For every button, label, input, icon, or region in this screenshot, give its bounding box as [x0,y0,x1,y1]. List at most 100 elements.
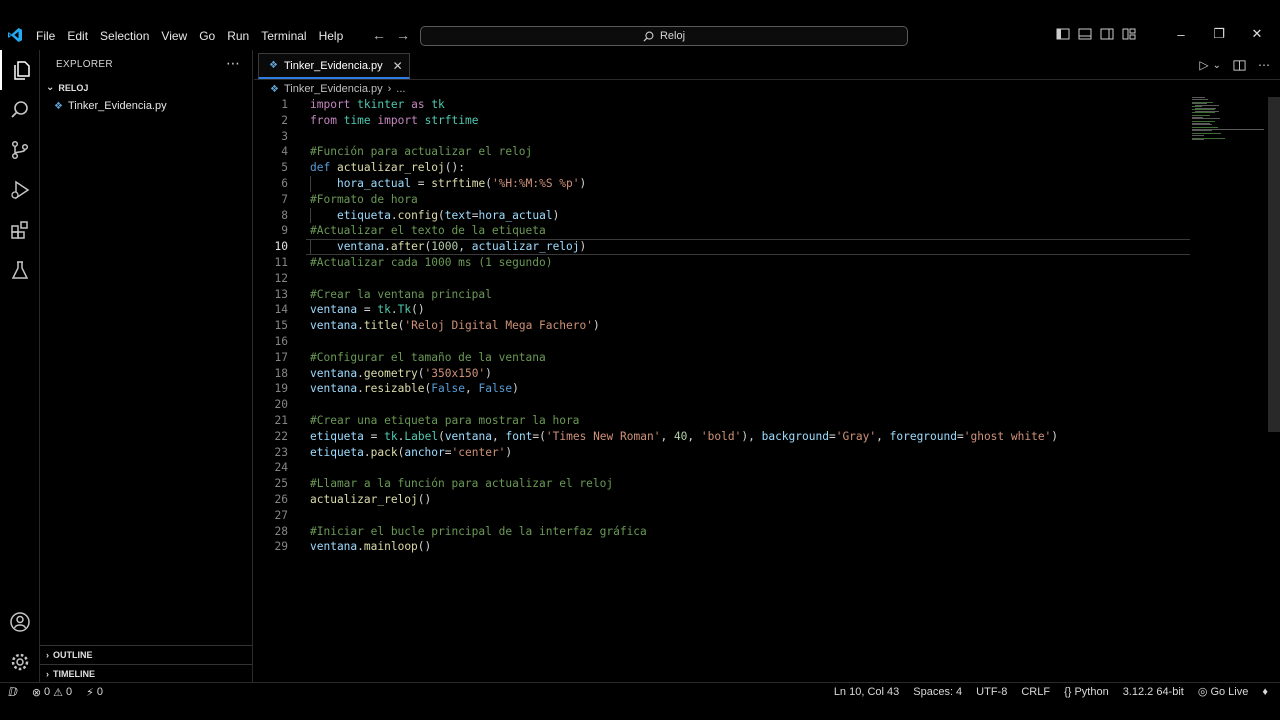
minimap[interactable] [1192,97,1267,142]
minimize-icon[interactable]: – [1166,27,1196,42]
code-line[interactable]: 6 hora_actual = strftime('%H:%M:%S %p') [254,175,1269,192]
editor-actions: ▷ ⌄ ⋯ [1199,58,1270,72]
menu-file[interactable]: File [30,27,61,45]
manage-activity[interactable] [0,642,40,682]
cursor-position[interactable]: Ln 10, Col 43 [834,686,899,698]
chevron-right-icon: › [46,649,49,660]
minimap-line [1192,134,1204,136]
chevron-down-icon[interactable]: ⌄ [1213,60,1221,71]
customize-layout-icon[interactable] [1122,27,1136,41]
extensions-activity[interactable] [0,210,40,250]
forward-arrow-icon[interactable]: → [396,27,410,43]
code-line[interactable]: 16 [254,334,1269,350]
code-line[interactable]: 8 etiqueta.config(text=hora_actual) [254,207,1269,224]
code-line[interactable]: 29 ventana.mainloop() [254,539,1269,555]
close-icon[interactable]: ✕ [393,59,403,73]
tab-tinker-evidencia[interactable]: ❖ Tinker_Evidencia.py ✕ [258,53,410,79]
toggle-panel-icon[interactable] [1078,27,1092,41]
indent-guide [310,239,311,255]
code-line[interactable]: 9 #Actualizar el texto de la etiqueta [254,223,1269,239]
code-line[interactable]: 15 ventana.title('Reloj Digital Mega Fach… [254,318,1269,334]
code-line[interactable]: 1 import tkinter as tk [254,97,1269,113]
problems-indicator[interactable]: ⊗ 0 ⚠ 0 [32,686,72,699]
code-line[interactable]: 2 from time import strftime [254,113,1269,129]
code-line[interactable]: 19 ventana.resizable(False, False) [254,381,1269,397]
outline-section[interactable]: › OUTLINE [40,645,252,663]
timeline-section[interactable]: › TIMELINE [40,664,252,682]
more-actions-icon[interactable]: ⋯ [226,55,240,72]
toggle-primary-sidebar-icon[interactable] [1056,27,1070,41]
menu-terminal[interactable]: Terminal [255,27,312,45]
code-line[interactable]: 18 ventana.geometry('350x150') [254,366,1269,382]
menu-view[interactable]: View [155,27,193,45]
code-line[interactable]: 5 def actualizar_reloj(): [254,160,1269,176]
testing-activity[interactable] [0,250,40,290]
breadcrumb-more[interactable]: ... [396,83,405,95]
restore-icon[interactable]: ❐ [1204,26,1234,42]
split-editor-icon[interactable] [1233,59,1246,72]
source-control-icon [11,140,29,160]
code-line[interactable]: 28 #Iniciar el bucle principal de la inte… [254,524,1269,540]
code-line[interactable]: 7 #Formato de hora [254,192,1269,208]
code-text: etiqueta.config(text=hora_actual) [336,208,560,222]
code-line[interactable]: 21 #Crear una etiqueta para mostrar la ho… [254,413,1269,429]
code-line[interactable]: 22 etiqueta = tk.Label(ventana, font=('Ti… [254,429,1269,445]
remote-icon[interactable]: ⅅ [8,685,18,699]
code-text: etiqueta = tk.Label(ventana, font=('Time… [310,429,1059,443]
menu-selection[interactable]: Selection [94,27,155,45]
command-center-search[interactable]: Reloj [420,26,908,46]
language-mode[interactable]: {} Python [1064,686,1109,698]
vertical-scrollbar[interactable] [1268,97,1280,432]
code-text: actualizar_reloj() [310,492,432,506]
code-line[interactable]: 3 [254,129,1269,145]
code-text: #Función para actualizar el reloj [310,145,533,159]
menu-go[interactable]: Go [193,27,221,45]
code-line[interactable]: 14 ventana = tk.Tk() [254,302,1269,318]
code-line[interactable]: 24 [254,460,1269,476]
line-number: 1 [281,98,288,111]
code-line[interactable]: 27 [254,508,1269,524]
line-number: 15 [274,319,288,333]
vscode-logo-icon[interactable] [7,27,23,43]
folder-reloj[interactable]: ⌄ RELOJ [46,82,88,93]
back-arrow-icon[interactable]: ← [372,27,386,43]
ports-indicator[interactable]: ⚡ 0 [86,686,103,699]
breadcrumb-file[interactable]: Tinker_Evidencia.py [284,83,383,95]
code-line[interactable]: 23 etiqueta.pack(anchor='center') [254,445,1269,461]
code-line[interactable]: 4 #Función para actualizar el reloj [254,144,1269,160]
line-number: 20 [274,398,288,412]
search-activity[interactable] [0,90,40,130]
go-live-button[interactable]: ◎ Go Live [1198,685,1249,699]
indentation[interactable]: Spaces: 4 [913,686,962,698]
notifications-bell-icon[interactable]: ♦ [1262,686,1268,698]
run-debug-activity[interactable] [0,170,40,210]
more-actions-icon[interactable]: ⋯ [1258,58,1270,72]
line-number: 26 [274,492,288,506]
line-number: 22 [274,429,288,443]
code-line[interactable]: 26 actualizar_reloj() [254,492,1269,508]
explorer-activity[interactable] [0,50,40,90]
source-control-activity[interactable] [0,130,40,170]
code-line[interactable]: 12 [254,271,1269,287]
code-editor[interactable]: 1 import tkinter as tk 2 from time import s… [254,97,1269,555]
file-tinker-evidencia[interactable]: ❖ Tinker_Evidencia.py [54,100,167,112]
title-bar: File Edit Selection View Go Run Terminal… [0,0,1280,50]
end-of-line[interactable]: CRLF [1021,686,1050,698]
toggle-secondary-sidebar-icon[interactable] [1100,27,1114,41]
accounts-activity[interactable] [0,602,40,642]
run-python-file-icon[interactable]: ▷ [1199,58,1208,72]
warning-icon: ⚠ [53,686,64,699]
menu-help[interactable]: Help [313,27,350,45]
menu-run[interactable]: Run [221,27,255,45]
line-number: 4 [281,145,288,159]
code-line[interactable]: 25 #Llamar a la función para actualizar e… [254,476,1269,492]
code-line[interactable]: 20 [254,397,1269,413]
close-window-icon[interactable]: ✕ [1242,26,1272,42]
encoding[interactable]: UTF-8 [976,686,1007,698]
code-line[interactable]: 11 #Actualizar cada 1000 ms (1 segundo) [254,255,1269,271]
menu-edit[interactable]: Edit [61,27,94,45]
python-interpreter[interactable]: 3.12.2 64-bit [1123,686,1184,698]
code-line[interactable]: 17 #Configurar el tamaño de la ventana [254,350,1269,366]
code-line[interactable]: 10 ventana.after(1000, actualizar_reloj) [254,239,1269,255]
code-line[interactable]: 13 #Crear la ventana principal [254,287,1269,303]
